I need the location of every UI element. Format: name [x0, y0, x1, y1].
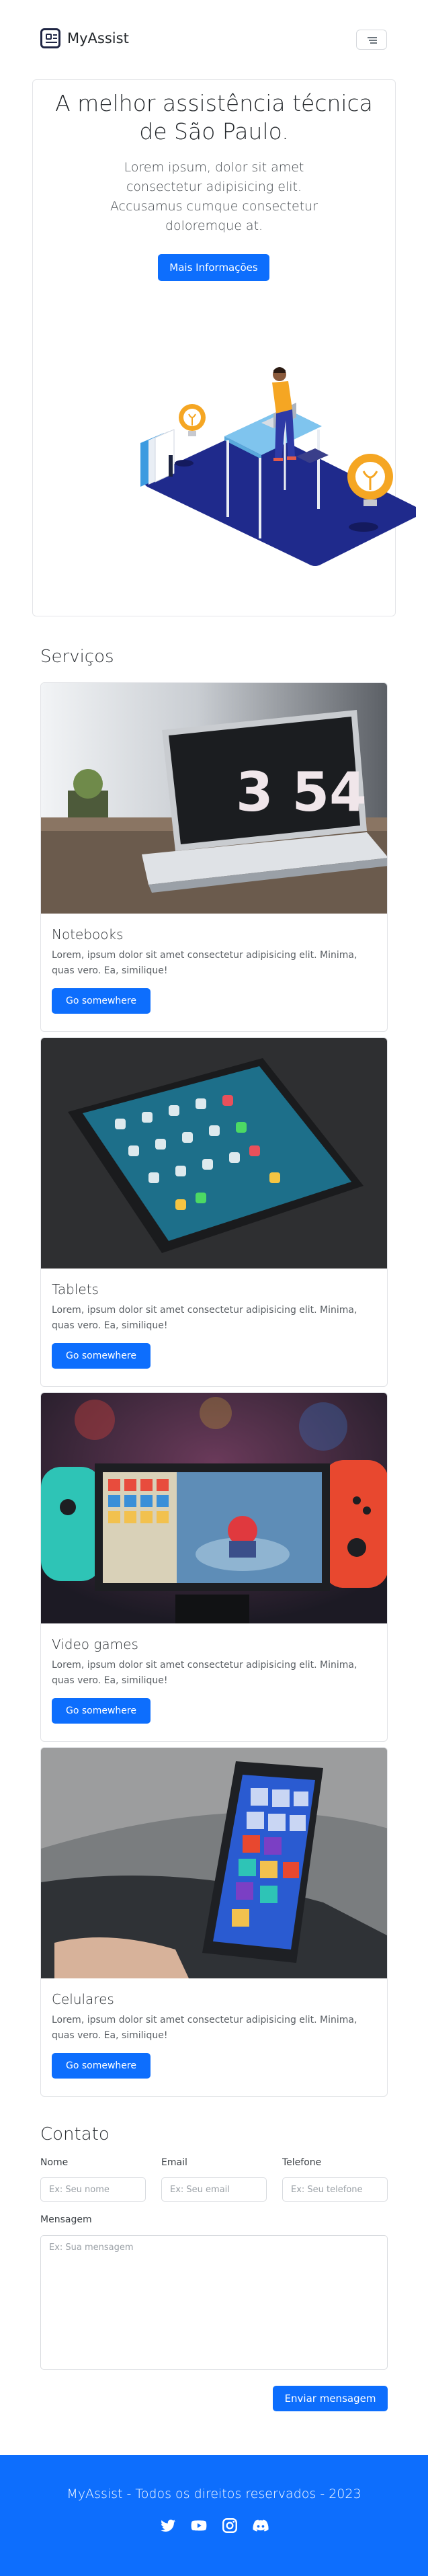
- social-links: [0, 2517, 428, 2534]
- services-title: Serviços: [40, 647, 114, 667]
- hero-text: Lorem ipsum, dolor sit amet consectetur …: [110, 160, 318, 233]
- phone-label: Telefone: [282, 2157, 322, 2168]
- go-somewhere-button-tablets[interactable]: Go somewhere: [52, 1343, 151, 1369]
- notebook-image: 3 54: [41, 683, 387, 914]
- notebook-screen-time: 3 54: [236, 761, 367, 823]
- service-card-notebooks: 3 54 Notebooks Lorem, ipsum dolor sit am…: [40, 682, 388, 1032]
- cellphone-image: [41, 1748, 387, 1978]
- send-message-button[interactable]: Enviar mensagem: [273, 2386, 388, 2411]
- hero-title: A melhor assistência técnica de São Paul…: [55, 90, 373, 145]
- card-title: Celulares: [52, 1991, 114, 2007]
- service-card-video-games: Video games Lorem, ipsum dolor sit amet …: [40, 1392, 388, 1742]
- twitter-icon[interactable]: [159, 2517, 177, 2534]
- footer: MyAssist - Todos os direitos reservados …: [0, 2455, 428, 2576]
- brand-link[interactable]: MyAssist: [40, 28, 129, 48]
- card-text: Lorem, ipsum dolor sit amet consectetur …: [52, 2015, 357, 2041]
- youtube-icon[interactable]: [190, 2517, 208, 2534]
- navbar: MyAssist: [0, 0, 428, 81]
- navbar-toggler-button[interactable]: [356, 30, 387, 50]
- hamburger-icon: [368, 37, 377, 38]
- brand-name: MyAssist: [67, 30, 129, 46]
- go-somewhere-button-notebooks[interactable]: Go somewhere: [52, 988, 151, 1014]
- card-title: Tablets: [52, 1281, 99, 1297]
- go-somewhere-button-celulares[interactable]: Go somewhere: [52, 2053, 151, 2079]
- hero-illustration: [140, 367, 416, 566]
- instagram-icon[interactable]: [221, 2517, 239, 2534]
- card-title: Notebooks: [52, 926, 124, 942]
- go-somewhere-button-video-games[interactable]: Go somewhere: [52, 1698, 151, 1724]
- email-label: Email: [161, 2157, 187, 2168]
- brand-logo-icon: [40, 28, 60, 48]
- card-title: Video games: [52, 1636, 138, 1652]
- tablet-image: [41, 1038, 387, 1269]
- phone-input[interactable]: [282, 2177, 388, 2202]
- message-label: Mensagem: [40, 2214, 92, 2225]
- hero-card: A melhor assistência técnica de São Paul…: [32, 79, 416, 616]
- message-textarea[interactable]: [40, 2235, 388, 2370]
- contact-title: Contato: [40, 2124, 110, 2144]
- email-input[interactable]: [161, 2177, 267, 2202]
- card-text: Lorem, ipsum dolor sit amet consectetur …: [52, 1305, 357, 1331]
- video-game-image: [41, 1393, 387, 1623]
- card-text: Lorem, ipsum dolor sit amet consectetur …: [52, 950, 357, 976]
- service-card-celulares: Celulares Lorem, ipsum dolor sit amet co…: [40, 1747, 388, 2097]
- footer-copyright: MyAssist - Todos os direitos reservados …: [67, 2487, 361, 2501]
- service-card-tablets: Tablets Lorem, ipsum dolor sit amet cons…: [40, 1037, 388, 1387]
- name-input[interactable]: [40, 2177, 146, 2202]
- card-text: Lorem, ipsum dolor sit amet consectetur …: [52, 1660, 357, 1686]
- name-label: Nome: [40, 2157, 69, 2168]
- discord-icon[interactable]: [252, 2517, 269, 2534]
- more-info-button[interactable]: Mais Informações: [158, 254, 269, 281]
